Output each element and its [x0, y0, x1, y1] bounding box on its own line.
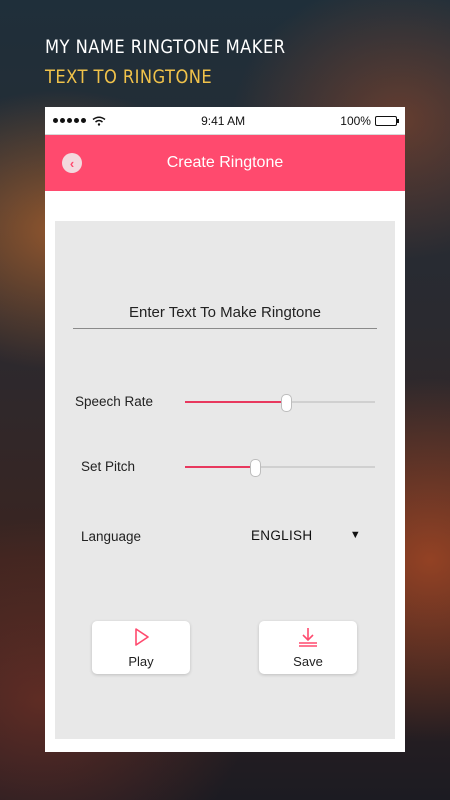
speech-rate-thumb[interactable] — [280, 394, 292, 412]
pitch-slider[interactable] — [185, 459, 375, 477]
page-title: Create Ringtone — [166, 154, 284, 171]
download-icon — [299, 628, 317, 647]
play-button[interactable]: Play — [92, 621, 190, 674]
back-arrow-icon: ‹ — [69, 155, 75, 171]
battery-percent: 100% — [340, 113, 371, 128]
ringtone-text-input[interactable] — [73, 297, 377, 329]
promo-title: MY NAME RINGTONE MAKER — [45, 36, 286, 58]
phone-frame: 9:41 AM 100% ‹ Create Ringtone Speech Ra… — [45, 107, 405, 752]
play-icon — [135, 628, 149, 646]
pitch-label: Set Pitch — [81, 459, 136, 474]
app-bar: ‹ Create Ringtone — [45, 135, 405, 191]
language-select[interactable]: ENGLISH ▼ — [251, 524, 361, 546]
speech-rate-slider[interactable] — [185, 394, 375, 412]
back-button[interactable]: ‹ — [62, 153, 82, 173]
play-button-label: Play — [128, 654, 154, 669]
battery-icon — [374, 115, 399, 126]
language-selected-value: ENGLISH — [251, 527, 313, 543]
status-bar: 9:41 AM 100% — [45, 107, 405, 135]
save-button[interactable]: Save — [259, 621, 357, 674]
status-time: 9:41 AM — [201, 113, 246, 128]
battery-status: 100% — [340, 113, 399, 128]
save-button-label: Save — [293, 654, 323, 669]
content-area: Speech Rate Set Pitch Language ENGLISH ▼ — [45, 191, 405, 752]
wifi-icon — [92, 116, 106, 126]
ringtone-form-panel: Speech Rate Set Pitch Language ENGLISH ▼ — [55, 221, 395, 739]
dropdown-caret-icon: ▼ — [349, 529, 361, 541]
language-label: Language — [81, 529, 142, 544]
signal-icon — [53, 116, 106, 126]
pitch-thumb[interactable] — [250, 459, 262, 477]
promo-subtitle: TEXT TO RINGTONE — [45, 66, 213, 88]
speech-rate-fill — [185, 401, 286, 403]
speech-rate-label: Speech Rate — [75, 394, 154, 409]
pitch-fill — [185, 466, 256, 468]
